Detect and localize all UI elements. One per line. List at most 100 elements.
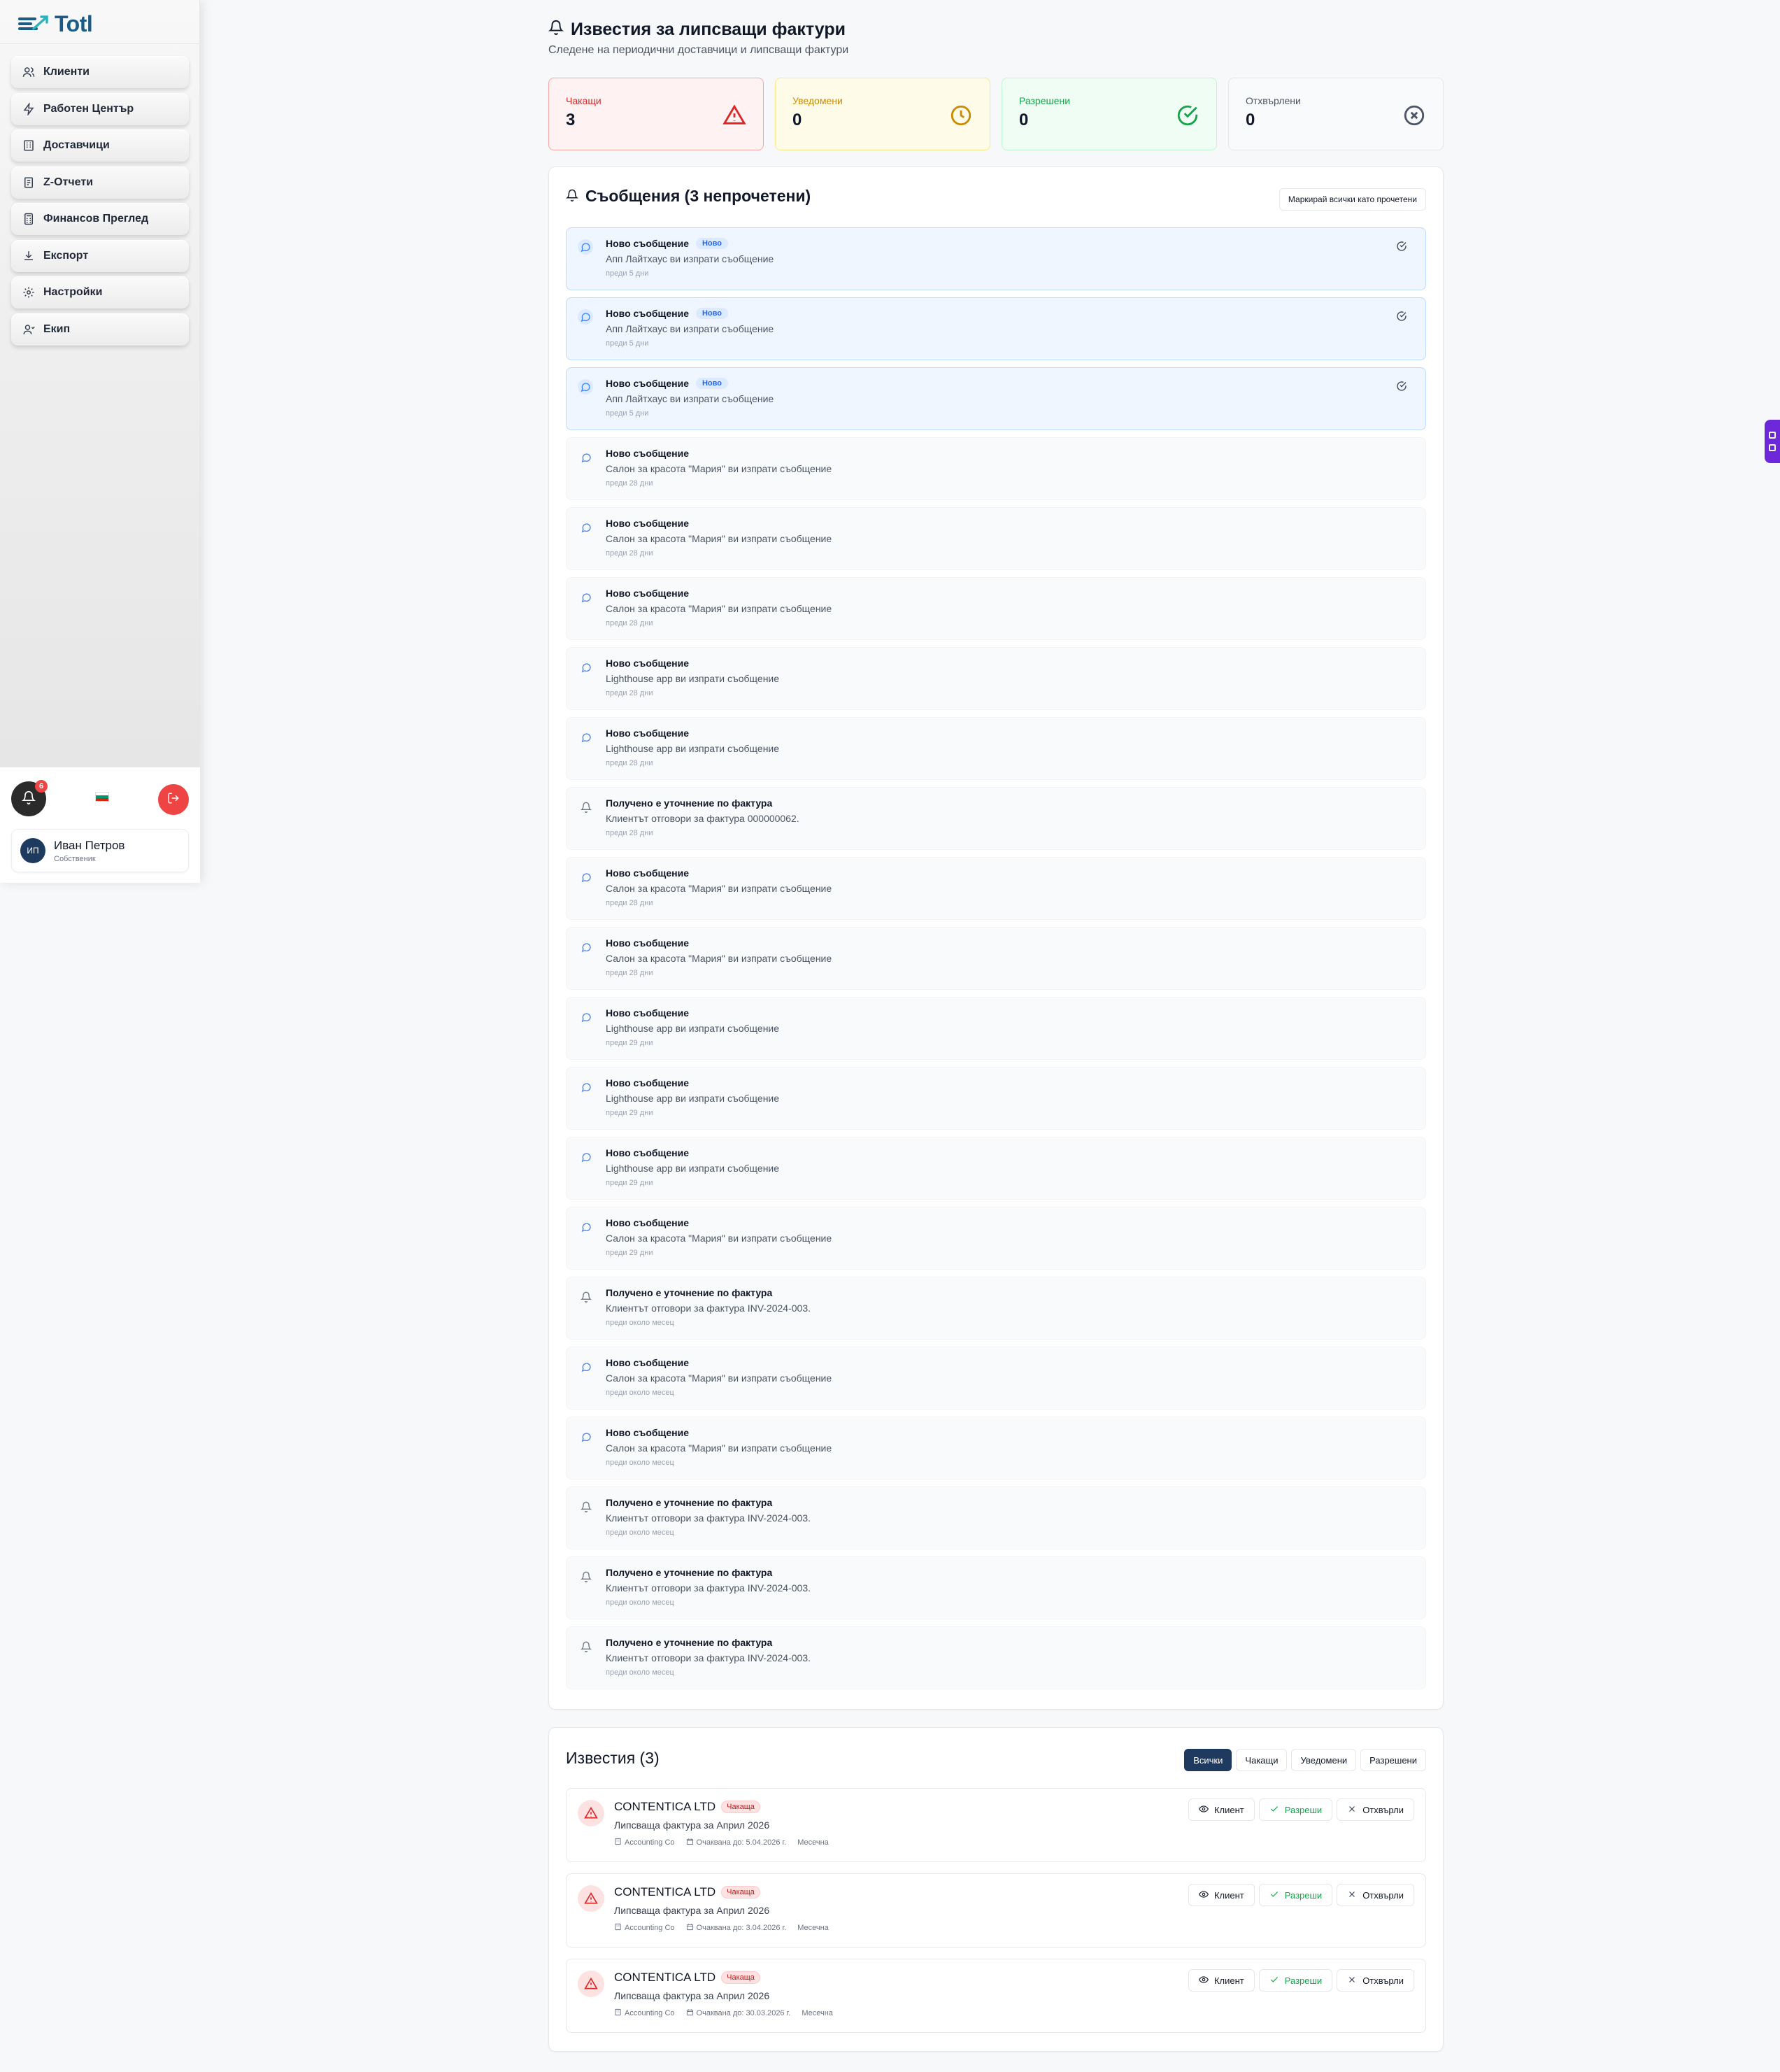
view-client-button[interactable]: Клиент [1188, 1969, 1255, 1992]
message-title-row: Ново съобщение Ново [606, 308, 774, 319]
view-client-button[interactable]: Клиент [1188, 1798, 1255, 1821]
message-circle-icon [581, 522, 593, 534]
stat-label: Чакащи [566, 95, 601, 106]
messages-title-text: Съобщения (3 непрочетени) [585, 187, 811, 205]
user-profile-card[interactable]: ИП Иван Петров Собственик [11, 829, 189, 872]
message-title: Ново съобщение [606, 937, 689, 949]
messages-title: Съобщения (3 непрочетени) [565, 187, 811, 206]
message-item[interactable]: Получено е уточнение по фактура Клиентът … [566, 1277, 1426, 1340]
app-logo[interactable]: Totl [18, 10, 93, 38]
alert-expected: Очаквана до: 30.03.2026 г. [686, 2008, 790, 2018]
message-item[interactable]: Ново съобщение Lighthouse app ви изпрати … [566, 1137, 1426, 1200]
bulgarian-flag-icon[interactable] [95, 792, 109, 802]
message-text: Салон за красота "Мария" ви изпрати съоб… [606, 463, 832, 474]
alert-company: CONTENTICA LTD [614, 1800, 716, 1813]
message-item[interactable]: Получено е уточнение по фактура Клиентът … [566, 787, 1426, 850]
sidebar-item-clients[interactable]: Клиенти [11, 56, 189, 88]
message-title: Ново съобщение [606, 1007, 689, 1019]
message-time: преди около месец [606, 1459, 674, 1467]
filter-resolved[interactable]: Разрешени [1360, 1749, 1426, 1771]
check-circle-icon [1176, 104, 1199, 127]
message-item[interactable]: Ново съобщение Салон за красота "Мария" в… [566, 1347, 1426, 1410]
filter-all[interactable]: Всички [1184, 1749, 1232, 1771]
resolve-button[interactable]: Разреши [1258, 1798, 1333, 1821]
sidebar-item-workcenter[interactable]: Работен Център [11, 92, 189, 125]
message-item[interactable]: Ново съобщение Lighthouse app ви изпрати … [566, 997, 1426, 1060]
message-body: Ново съобщение Салон за красота "Мария" в… [606, 867, 832, 907]
message-title: Получено е уточнение по фактура [606, 797, 773, 809]
message-item[interactable]: Ново съобщение Ново Апп Лайтхаус ви изпрат… [566, 227, 1426, 290]
filter-notified[interactable]: Уведомени [1291, 1749, 1357, 1771]
sidebar-item-z-reports[interactable]: Z-Отчети [11, 166, 189, 199]
feedback-widget-tab[interactable] [1765, 420, 1780, 463]
widget-icon [1769, 432, 1776, 439]
reject-button[interactable]: Отхвърли [1337, 1798, 1414, 1821]
bell-icon [548, 20, 564, 40]
message-title: Ново съобщение [606, 1427, 689, 1438]
message-body: Получено е уточнение по фактура Клиентът … [606, 797, 799, 837]
alert-description: Липсваща фактура за Април 2026 [614, 1990, 770, 2001]
bell-icon [580, 802, 593, 814]
mark-read-icon[interactable] [1396, 381, 1409, 393]
chat-icon [1769, 444, 1776, 451]
message-item[interactable]: Ново съобщение Салон за красота "Мария" в… [566, 437, 1426, 500]
message-item[interactable]: Ново съобщение Ново Апп Лайтхаус ви изпрат… [566, 367, 1426, 430]
message-text: Апп Лайтхаус ви изпрати съобщение [606, 253, 774, 264]
message-item[interactable]: Ново съобщение Салон за красота "Мария" в… [566, 857, 1426, 920]
message-body: Ново съобщение Lighthouse app ви изпрати … [606, 728, 779, 767]
stat-value: 0 [1246, 111, 1255, 129]
sidebar-item-suppliers[interactable]: Доставчици [11, 129, 189, 162]
reject-button[interactable]: Отхвърли [1337, 1969, 1414, 1992]
message-item[interactable]: Ново съобщение Ново Апп Лайтхаус ви изпрат… [566, 297, 1426, 360]
resolve-button[interactable]: Разреши [1258, 1969, 1333, 1992]
building-icon [614, 1838, 622, 1847]
mark-read-icon[interactable] [1396, 241, 1409, 253]
mark-read-icon[interactable] [1396, 311, 1409, 323]
calculator-icon [22, 213, 35, 225]
message-item[interactable]: Ново съобщение Салон за красота "Мария" в… [566, 577, 1426, 640]
reject-button[interactable]: Отхвърли [1337, 1884, 1414, 1906]
message-item[interactable]: Ново съобщение Lighthouse app ви изпрати … [566, 1067, 1426, 1130]
message-item[interactable]: Ново съобщение Lighthouse app ви изпрати … [566, 717, 1426, 780]
user-name: Иван Петров [54, 838, 125, 852]
check-icon [1269, 1889, 1279, 1901]
logout-button[interactable] [158, 784, 189, 815]
resolve-button[interactable]: Разреши [1258, 1884, 1333, 1906]
page-title: Известия за липсващи фактури [548, 20, 848, 40]
sidebar-item-export[interactable]: Експорт [11, 239, 189, 272]
message-item[interactable]: Ново съобщение Салон за красота "Мария" в… [566, 507, 1426, 570]
message-item[interactable]: Ново съобщение Салон за красота "Мария" в… [566, 1417, 1426, 1480]
filter-pending[interactable]: Чакащи [1236, 1749, 1288, 1771]
view-client-button[interactable]: Клиент [1188, 1884, 1255, 1906]
notifications-button[interactable]: 6 [11, 780, 48, 816]
button-label: Клиент [1213, 1975, 1244, 1986]
button-label: Отхвърли [1362, 1889, 1404, 1901]
message-text: Салон за красота "Мария" ви изпрати съоб… [606, 883, 832, 894]
button-label: Клиент [1213, 1889, 1244, 1901]
x-circle-icon [1402, 104, 1426, 127]
app-name: Totl [55, 10, 93, 36]
avatar: ИП [20, 838, 45, 863]
message-circle-icon [581, 1081, 593, 1094]
button-label: Отхвърли [1362, 1975, 1404, 1986]
sidebar-item-label: Доставчици [43, 139, 110, 151]
message-time: преди 29 дни [606, 1109, 653, 1117]
message-item[interactable]: Ново съобщение Салон за красота "Мария" в… [566, 927, 1426, 990]
sidebar-item-finance[interactable]: Финансов Преглед [11, 203, 189, 235]
mark-all-read-button[interactable]: Маркирай всички като прочетени [1279, 188, 1426, 211]
button-label: Клиент [1213, 1804, 1244, 1815]
page-header: Известия за липсващи фактури Следене на … [548, 20, 848, 57]
message-item[interactable]: Получено е уточнение по фактура Клиентът … [566, 1556, 1426, 1619]
alert-filters: Всички Чакащи Уведомени Разрешени [1184, 1749, 1426, 1771]
message-item[interactable]: Получено е уточнение по фактура Клиентът … [566, 1486, 1426, 1549]
sidebar-item-team[interactable]: Екип [11, 313, 189, 346]
message-item[interactable]: Ново съобщение Салон за красота "Мария" в… [566, 1207, 1426, 1270]
button-label: Отхвърли [1362, 1804, 1404, 1815]
sidebar-item-label: Екип [43, 322, 71, 335]
alert-company: CONTENTICA LTD [614, 1885, 716, 1899]
alert-expected-text: Очаквана до: 3.04.2026 г. [696, 1924, 787, 1932]
bell-icon [565, 187, 579, 206]
message-item[interactable]: Получено е уточнение по фактура Клиентът … [566, 1626, 1426, 1689]
sidebar-item-settings[interactable]: Настройки [11, 276, 189, 308]
message-item[interactable]: Ново съобщение Lighthouse app ви изпрати … [566, 647, 1426, 710]
